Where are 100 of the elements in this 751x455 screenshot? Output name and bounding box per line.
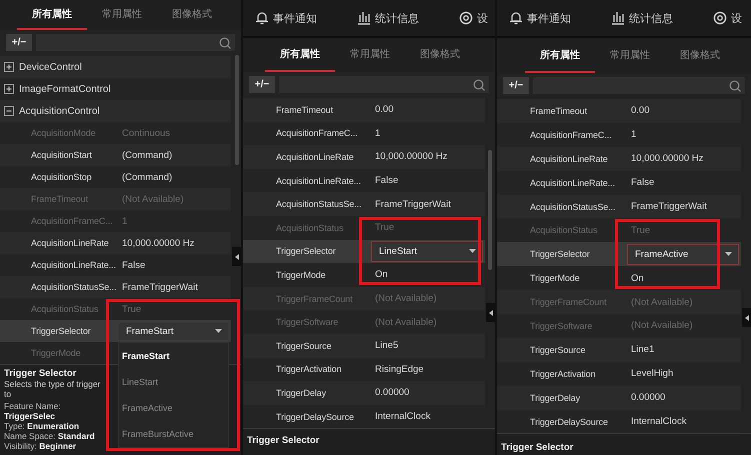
statistics-tab[interactable]: 统计信息 — [375, 10, 419, 26]
property-value: (Not Available) — [374, 316, 437, 328]
property-name: AcquisitionMode — [30, 128, 97, 138]
caret-icon — [725, 252, 732, 256]
collapse-handle[interactable] — [742, 308, 751, 327]
property-value: 0.00 — [374, 104, 394, 116]
collapse-icon[interactable] — [4, 106, 14, 116]
property-row[interactable]: AcquisitionLineRate 10,000.00000 Hz — [243, 145, 485, 169]
property-row[interactable]: TriggerDelaySource InternalClock — [243, 404, 485, 428]
tab[interactable]: 图像格式 — [405, 38, 475, 72]
property-row[interactable]: AcquisitionLineRate 10,000.00000 Hz — [0, 232, 231, 254]
search-field[interactable] — [36, 34, 235, 51]
property-value: FrameTriggerWait — [374, 198, 451, 210]
property-row[interactable]: AcquisitionStatusSe... FrameTriggerWait — [497, 194, 741, 218]
property-name: AcquisitionFrameC... — [529, 130, 613, 140]
property-value: Continuous — [121, 128, 170, 138]
tab[interactable]: 图像格式 — [157, 0, 227, 30]
property-row[interactable]: TriggerDelay 0.00000 — [243, 381, 485, 405]
property-value: LevelHigh — [630, 368, 674, 380]
tab[interactable]: 常用属性 — [87, 0, 157, 30]
property-name: FrameTimeout — [275, 104, 334, 115]
events-tab[interactable]: 事件通知 — [527, 10, 571, 26]
tab[interactable]: 常用属性 — [335, 38, 405, 72]
dropdown-field[interactable]: FrameActive — [627, 244, 739, 265]
property-name: TriggerDelay — [275, 388, 327, 398]
property-row[interactable]: TriggerSelector FrameActive — [497, 242, 741, 266]
property-name: AcquisitionLineRate... — [275, 176, 362, 186]
expand-collapse-button[interactable]: +/− — [249, 76, 275, 93]
property-row[interactable]: TriggerDelay 0.00000 — [497, 386, 741, 410]
category-row[interactable]: AcquisitionControl — [0, 100, 231, 122]
property-name: TriggerDelaySource — [529, 416, 609, 427]
property-row[interactable]: FrameTimeout 0.00 — [243, 98, 485, 122]
property-name: AcquisitionStatusSe... — [529, 202, 616, 212]
settings-tab[interactable]: 设 — [731, 10, 742, 26]
collapse-handle[interactable] — [486, 303, 495, 322]
property-value: 1 — [630, 129, 636, 140]
bell-icon — [509, 11, 523, 25]
dropdown-option[interactable]: FrameActive — [119, 395, 228, 421]
property-row[interactable]: AcquisitionStart (Command) — [0, 144, 231, 166]
property-name: AcquisitionLineRate... — [30, 260, 117, 270]
left-arrow-icon — [488, 310, 492, 316]
property-name: TriggerMode — [275, 270, 327, 280]
scrollbar-thumb[interactable] — [488, 150, 492, 270]
statistics-tab[interactable]: 统计信息 — [629, 10, 673, 26]
property-name: TriggerSource — [529, 344, 586, 355]
property-value: InternalClock — [374, 411, 430, 422]
description-text: Selects the type of trigger to — [4, 379, 102, 399]
property-value: FrameTriggerWait — [630, 201, 707, 212]
property-value: True — [630, 224, 650, 236]
feature-detail: Feature Name: TriggerSelec — [4, 401, 62, 421]
collapse-handle[interactable] — [232, 247, 241, 266]
expand-icon[interactable] — [4, 62, 14, 72]
search-icon — [473, 78, 485, 90]
property-value: 1 — [374, 128, 380, 139]
tab[interactable]: 图像格式 — [665, 38, 735, 73]
property-row[interactable]: TriggerSource Line1 — [497, 338, 741, 362]
expand-icon[interactable] — [4, 84, 14, 94]
property-value: Line1 — [630, 344, 654, 356]
property-value: True — [121, 304, 142, 314]
property-row[interactable]: AcquisitionStatusSe... FrameTriggerWait — [0, 276, 231, 298]
property-value: (Not Available) — [121, 194, 184, 204]
search-field[interactable] — [533, 77, 745, 94]
property-value: 10,000.00000 Hz — [374, 151, 448, 162]
property-row[interactable]: TriggerSelector LineStart — [243, 240, 485, 264]
expand-collapse-button[interactable]: +/− — [6, 34, 32, 51]
settings-tab[interactable]: 设 — [477, 10, 488, 26]
property-row[interactable]: TriggerSelector FrameStart — [0, 320, 231, 342]
search-icon — [729, 80, 741, 92]
settings-icon — [459, 11, 473, 25]
property-row[interactable]: AcquisitionStatusSe... FrameTriggerWait — [243, 192, 485, 216]
events-tab[interactable]: 事件通知 — [273, 10, 317, 26]
property-row[interactable]: TriggerSource Line5 — [243, 334, 485, 358]
property-row[interactable]: AcquisitionLineRate 10,000.00000 Hz — [497, 146, 741, 171]
tab[interactable]: 常用属性 — [595, 38, 665, 73]
property-name: AcquisitionStatusSe... — [275, 199, 362, 210]
property-value: 0.00000 — [630, 392, 666, 404]
left-arrow-icon — [234, 254, 238, 260]
dropdown-value: FrameActive — [635, 248, 688, 260]
property-row[interactable]: FrameTimeout 0.00 — [497, 99, 741, 123]
property-value: (Command) — [121, 150, 172, 160]
bar-chart-icon — [357, 11, 371, 25]
search-field[interactable] — [279, 76, 489, 93]
property-value: FrameTriggerWait — [121, 282, 198, 292]
property-value: InternalClock — [630, 416, 686, 428]
property-value: 0.00 — [630, 105, 650, 116]
property-row[interactable]: TriggerDelaySource InternalClock — [497, 410, 741, 434]
property-name: AcquisitionStart — [30, 150, 93, 160]
dropdown-field[interactable]: LineStart — [371, 241, 483, 262]
property-value: 1 — [121, 216, 128, 226]
scrollbar-thumb[interactable] — [235, 55, 239, 165]
property-name: TriggerSelector — [275, 246, 337, 256]
expand-collapse-button[interactable]: +/− — [503, 77, 529, 94]
dropdown-field[interactable]: FrameStart — [118, 322, 229, 340]
property-value: Line5 — [374, 340, 398, 352]
dropdown-option[interactable]: FrameBurstActive — [119, 421, 228, 447]
feature-detail: Visibility: Beginner — [4, 441, 78, 451]
dropdown-option[interactable]: LineStart — [119, 369, 228, 395]
category-row[interactable]: DeviceControl — [0, 56, 231, 78]
property-value: (Command) — [121, 172, 172, 182]
caret-icon — [215, 329, 222, 333]
